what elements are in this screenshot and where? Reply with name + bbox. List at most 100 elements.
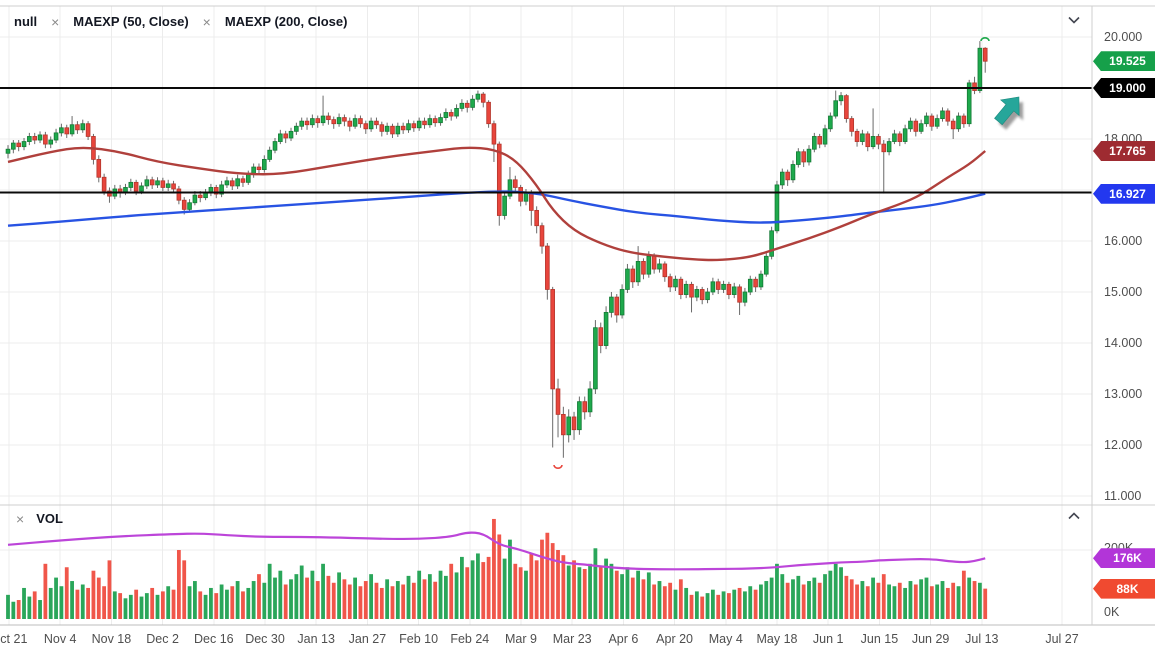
candle-body xyxy=(331,119,337,125)
volume-bar xyxy=(833,563,838,619)
volume-bar xyxy=(972,581,977,619)
candle-body xyxy=(806,148,812,163)
volume-bar xyxy=(716,594,721,619)
candle-body xyxy=(160,180,166,188)
volume-bar xyxy=(769,577,774,619)
volume-bar xyxy=(225,589,229,619)
volume-bar xyxy=(828,570,833,619)
volume-bar xyxy=(897,582,902,619)
candle-body xyxy=(395,125,401,135)
volume-bar xyxy=(59,586,64,619)
volume-bar xyxy=(64,567,69,619)
candle-body xyxy=(379,124,385,132)
candle-body xyxy=(539,225,545,247)
volume-bar xyxy=(395,581,400,619)
candle-body xyxy=(384,125,390,132)
candle-body xyxy=(619,289,625,316)
close-icon[interactable]: × xyxy=(203,15,211,29)
candle-body xyxy=(155,180,160,186)
volume-bar xyxy=(945,587,950,619)
candle-body xyxy=(812,136,817,150)
candle-body xyxy=(32,136,37,141)
candle-body xyxy=(678,278,684,295)
candle-body xyxy=(924,115,929,125)
candle-body xyxy=(197,194,203,199)
candle-body xyxy=(443,112,449,118)
volume-bar xyxy=(572,560,576,619)
close-icon[interactable]: × xyxy=(16,512,24,526)
legend-item-ma50[interactable]: MAEXP (50, Close) xyxy=(73,14,188,29)
volume-bar xyxy=(913,584,918,619)
candle-body xyxy=(881,143,887,153)
time-axis-label: Dec 16 xyxy=(193,632,234,646)
candle-body xyxy=(892,133,897,142)
candle-body xyxy=(390,125,395,135)
candle-body xyxy=(561,413,566,436)
chart-canvas[interactable] xyxy=(0,0,1155,660)
candle-body xyxy=(929,115,935,127)
candle-body xyxy=(69,124,75,135)
volume-bar xyxy=(230,586,235,619)
gridlines xyxy=(0,6,1092,625)
candle-body xyxy=(181,199,187,210)
volume-bar xyxy=(27,596,32,619)
candle-body xyxy=(358,118,363,125)
candle-body xyxy=(598,327,604,346)
legend-item-ma200[interactable]: MAEXP (200, Close) xyxy=(225,14,348,29)
time-axis-label: May 4 xyxy=(708,632,743,646)
volume-bar xyxy=(166,586,171,619)
legend-item-vol[interactable]: VOL xyxy=(36,511,63,526)
candle-body xyxy=(683,283,689,295)
time-axis-label: May 18 xyxy=(756,632,798,646)
candle-body xyxy=(320,115,326,124)
volume-bar xyxy=(956,586,961,619)
candle-body xyxy=(865,133,871,148)
volume-bar xyxy=(561,555,566,619)
candle-body xyxy=(267,149,272,160)
ma200-line xyxy=(7,190,986,227)
close-icon[interactable]: × xyxy=(51,15,59,29)
volume-bar xyxy=(38,600,42,619)
volume-bar xyxy=(892,586,897,619)
volume-bar xyxy=(625,567,630,619)
volume-bar xyxy=(86,587,90,619)
candle-body xyxy=(294,125,299,132)
volume-bar xyxy=(48,587,53,619)
candle-body xyxy=(747,278,753,293)
candle-body xyxy=(705,291,710,301)
legend-item-series[interactable]: null xyxy=(14,14,37,29)
volume-bar xyxy=(171,589,176,619)
volume-bar xyxy=(16,600,21,619)
volume-bar xyxy=(748,586,753,619)
volume-bar xyxy=(112,591,117,619)
candle-body xyxy=(566,416,571,436)
volume-bar xyxy=(759,584,763,619)
candle-body xyxy=(763,255,769,275)
volume-bar xyxy=(513,563,518,619)
volume-bar xyxy=(865,586,870,619)
candle-body xyxy=(299,120,304,127)
volume-bar xyxy=(694,591,699,619)
volume-bar xyxy=(598,567,603,619)
volume-bar xyxy=(486,556,491,619)
volume-bar xyxy=(791,579,795,619)
candle-body xyxy=(860,133,865,142)
candle-body xyxy=(667,276,673,288)
candle-body xyxy=(187,202,192,210)
candle-body xyxy=(459,102,465,109)
candle-body xyxy=(336,117,342,125)
volume-bar xyxy=(775,563,779,619)
candle-body xyxy=(427,118,433,126)
collapse-volume-pane-button[interactable] xyxy=(1066,508,1092,530)
volume-bar xyxy=(70,581,74,619)
collapse-price-pane-button[interactable] xyxy=(1066,12,1092,34)
candle-body xyxy=(480,93,486,103)
chart-window: null × MAEXP (50, Close) × MAEXP (200, C… xyxy=(0,0,1155,660)
volume-bar xyxy=(198,591,203,619)
price-axis-label: 13.000 xyxy=(1104,387,1143,401)
volume-bar xyxy=(460,556,464,619)
volume-bar xyxy=(417,570,422,619)
candle-body xyxy=(742,291,748,303)
candle-body xyxy=(721,283,726,290)
candle-body xyxy=(229,180,235,187)
